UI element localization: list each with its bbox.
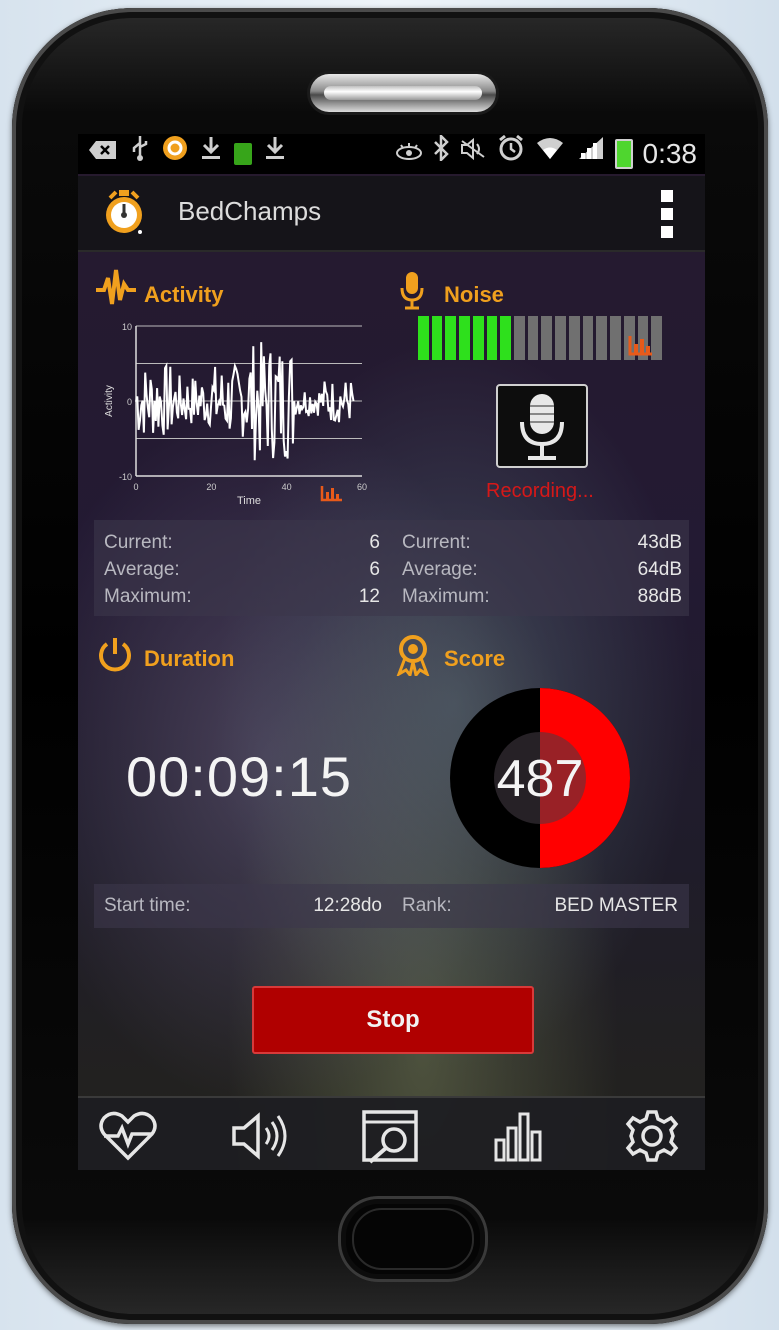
recording-status: Recording... — [486, 480, 594, 502]
noise-current-label: Current: — [402, 532, 471, 553]
status-bar: 0:38 — [78, 134, 705, 174]
notification-icon — [88, 134, 118, 174]
activity-current-label: Current: — [104, 532, 173, 553]
download-icon — [264, 134, 286, 174]
noise-current-value: 43dB — [637, 532, 682, 553]
score-value: 487 — [497, 750, 584, 808]
score-label: Score — [444, 646, 506, 671]
noise-segment — [596, 316, 608, 360]
search-icon[interactable] — [358, 1108, 422, 1164]
chart-y-tick-label: -10 — [119, 472, 132, 482]
chart-y-axis-label: Activity — [104, 385, 115, 417]
noise-segment — [445, 316, 457, 360]
noise-level-meter — [418, 316, 662, 360]
eye-icon — [395, 134, 423, 174]
activity-maximum-value: 12 — [358, 586, 380, 607]
chart-x-axis-label: Time — [237, 495, 261, 507]
app-title: BedChamps — [178, 196, 322, 226]
heart-icon[interactable] — [96, 1108, 160, 1164]
activity-maximum-label: Maximum: — [104, 586, 192, 607]
stats-panel: Current: 6 Average: 6 Maximum: 12 Curren… — [94, 520, 689, 616]
noise-maximum-label: Maximum: — [402, 586, 490, 607]
record-button[interactable] — [496, 384, 588, 468]
noise-maximum-value: 88dB — [637, 586, 682, 607]
app-screen: 0:38 BedChamps Activity 10 0 -10 0 20 40 60 Tim… — [78, 134, 705, 1170]
app-notification-icon — [162, 134, 188, 174]
start-time-value: 12:28do — [313, 895, 382, 916]
power-timer-icon — [99, 638, 131, 672]
action-bar: BedChamps — [78, 176, 705, 252]
status-bar-left — [78, 134, 286, 174]
award-ribbon-icon — [396, 635, 430, 676]
microphone-small-icon — [400, 272, 424, 310]
activity-icon — [96, 269, 136, 305]
wifi-icon — [535, 134, 565, 174]
signal-icon — [575, 134, 605, 174]
status-clock: 0:38 — [642, 138, 698, 169]
gear-icon[interactable] — [620, 1108, 684, 1164]
noise-segment — [555, 316, 566, 360]
activity-current-value: 6 — [369, 532, 380, 553]
chart-toggle-icon[interactable] — [628, 334, 654, 356]
activity-average-value: 6 — [369, 559, 380, 580]
noise-segment — [582, 316, 594, 360]
noise-segment — [527, 316, 539, 360]
chart-toggle-icon — [320, 486, 342, 502]
bottom-navigation — [78, 1096, 705, 1170]
rank-value: BED MASTER — [554, 895, 678, 916]
home-button[interactable] — [338, 1196, 488, 1282]
chart-x-tick-label: 20 — [206, 482, 216, 492]
noise-segment — [431, 316, 443, 360]
noise-segment — [568, 316, 580, 360]
noise-segment — [500, 316, 512, 360]
silent-icon — [459, 134, 487, 174]
stopwatch-icon[interactable] — [100, 188, 148, 236]
activity-chart: 100-100 20 40 60TimeActivity — [104, 322, 367, 507]
noise-segment — [486, 316, 498, 360]
download-icon — [200, 134, 222, 174]
session-info-panel: Start time: 12:28do Rank: BED MASTER — [94, 884, 689, 928]
noise-average-value: 64dB — [637, 559, 682, 580]
battery-icon — [614, 139, 633, 169]
activity-label: Activity — [144, 282, 224, 307]
score-dial: 487 — [450, 688, 630, 868]
speaker-icon[interactable] — [228, 1108, 292, 1164]
noise-segment — [459, 316, 470, 360]
noise-segment — [541, 316, 553, 360]
chart-x-tick-label: 0 — [133, 482, 138, 492]
status-bar-right: 0:38 — [395, 134, 698, 175]
start-time-label: Start time: — [104, 895, 191, 916]
chart-x-tick-label: 60 — [357, 482, 367, 492]
stop-button[interactable]: Stop — [252, 986, 534, 1054]
overflow-menu-icon[interactable] — [661, 190, 675, 238]
bluetooth-icon — [433, 134, 449, 174]
chart-y-tick-label: 0 — [127, 397, 132, 407]
noise-segment — [514, 316, 525, 360]
bar-chart-icon[interactable] — [488, 1108, 552, 1164]
phone-speaker — [310, 74, 496, 112]
microphone-icon — [520, 394, 564, 460]
battery-full-icon — [234, 143, 252, 165]
alarm-icon — [497, 134, 525, 175]
noise-segment — [418, 316, 429, 360]
rank-label: Rank: — [402, 895, 452, 916]
noise-label: Noise — [444, 282, 504, 307]
duration-value: 00:09:15 — [126, 745, 352, 808]
noise-segment — [610, 316, 621, 360]
noise-segment — [472, 316, 484, 360]
duration-label: Duration — [144, 646, 235, 671]
activity-average-label: Average: — [104, 559, 180, 580]
usb-icon — [130, 134, 150, 174]
noise-average-label: Average: — [402, 559, 478, 580]
chart-x-tick-label: 40 — [282, 482, 292, 492]
chart-y-tick-label: 10 — [122, 322, 132, 332]
